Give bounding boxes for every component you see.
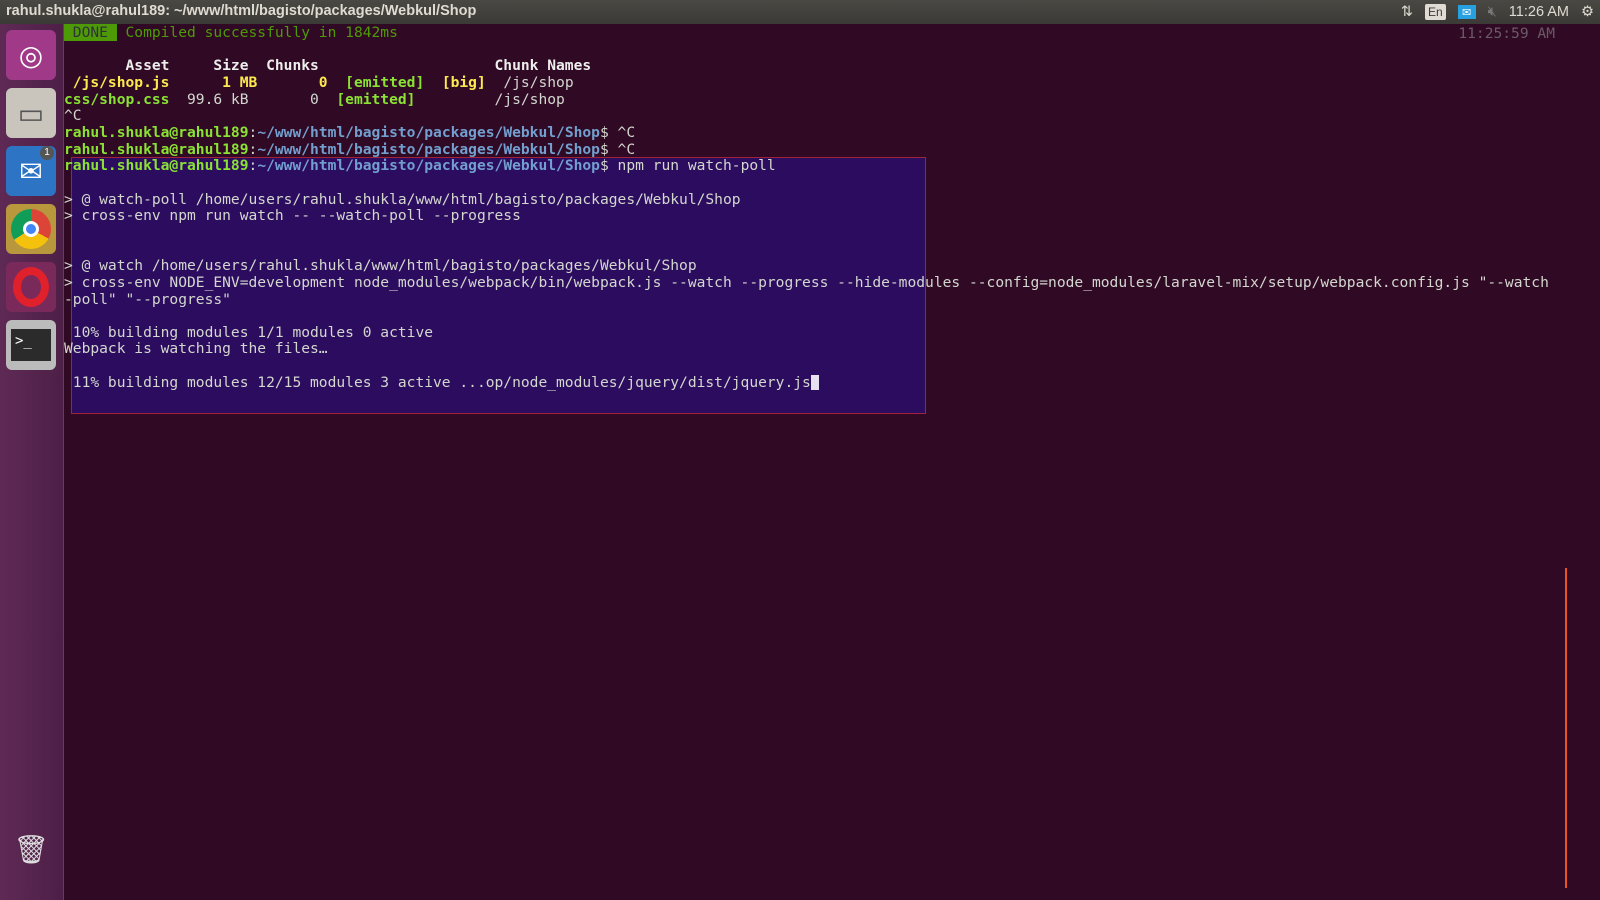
thunderbird-mail-icon[interactable]: ✉ 1 [6, 146, 56, 196]
terminal-text: ~/www/html/bagisto/packages/Webkul/Shop [257, 123, 600, 141]
terminal-line: rahul.shukla@rahul189:~/www/html/bagisto… [64, 140, 1564, 159]
terminal-text: Compiled successfully in 1842ms [116, 24, 398, 41]
terminal-text: rahul.shukla@rahul189 [64, 123, 249, 141]
terminal-text: css/shop.css [64, 90, 170, 108]
terminal-text: /js/shop.js 1 MB 0 [64, 73, 346, 91]
terminal-text: > cross-env NODE_ENV=development node_mo… [64, 273, 1549, 291]
terminal-text: 11% building modules 12/15 modules 3 act… [64, 373, 811, 391]
terminal-icon[interactable]: >_ [6, 320, 56, 370]
terminal-text: > @ watch /home/users/rahul.shukla/www/h… [64, 257, 697, 275]
terminal-line: rahul.shukla@rahul189:~/www/html/bagisto… [64, 157, 1564, 175]
terminal-text: Webpack is watching the files… [64, 340, 328, 358]
terminal-text: 10% building modules 1/1 modules 0 activ… [64, 323, 434, 341]
terminal-line: DONE Compiled successfully in 1842ms [64, 24, 1564, 42]
system-tray: ⇅ En ✉ 🔇︎ 11:26 AM ⚙ [1401, 0, 1594, 24]
terminal-text: : [248, 123, 258, 141]
terminal-text: : [248, 157, 258, 175]
volume-muted-icon[interactable]: 🔇︎ [1488, 4, 1497, 20]
opera-icon[interactable] [6, 262, 56, 312]
scrollbar[interactable] [1565, 568, 1567, 888]
terminal-text: rahul.shukla@rahul189 [64, 157, 249, 175]
terminal-text: [big] [441, 73, 486, 91]
chrome-icon[interactable] [6, 204, 56, 254]
terminal-text: /js/shop [485, 73, 574, 91]
ubuntu-dash-icon[interactable]: ◎ [6, 30, 56, 80]
terminal-line: Asset Size Chunks Chunk Names [64, 57, 1564, 75]
terminal-text: > @ watch-poll /home/users/rahul.shukla/… [64, 190, 741, 208]
terminal-text: [emitted] [345, 73, 425, 91]
power-gear-icon[interactable]: ⚙ [1581, 4, 1594, 20]
terminal-text: $ npm run watch-poll [599, 157, 776, 175]
launcher: ◎ ▭ ✉ 1 >_ 🗑︎ [0, 24, 64, 900]
terminal-line: > cross-env npm run watch -- --watch-pol… [64, 207, 1564, 225]
terminal-line: 10% building modules 1/1 modules 0 activ… [64, 323, 1564, 342]
unread-badge: 1 [40, 146, 54, 160]
terminal-text: 99.6 kB 0 [169, 90, 337, 108]
terminal-text: $ ^C [599, 140, 636, 158]
terminal-line: > @ watch /home/users/rahul.shukla/www/h… [64, 257, 1564, 275]
text-cursor [810, 375, 819, 391]
terminal-text: rahul.shukla@rahul189 [64, 140, 249, 158]
terminal-line: /js/shop.js 1 MB 0 [emitted] [big] /js/s… [64, 73, 1564, 92]
terminal-text: Asset Size Chunks Chunk Names [64, 57, 592, 75]
top-panel: rahul.shukla@rahul189: ~/www/html/bagist… [0, 0, 1600, 24]
terminal-text: ~/www/html/bagisto/packages/Webkul/Shop [257, 157, 600, 175]
terminal-text: ^C [64, 107, 82, 125]
clock[interactable]: 11:26 AM [1509, 4, 1569, 20]
terminal-line: css/shop.css 99.6 kB 0 [emitted] /js/sho… [64, 90, 1564, 109]
trash-icon[interactable]: 🗑︎ [6, 824, 56, 874]
network-updown-icon[interactable]: ⇅ [1401, 4, 1413, 20]
terminal-text: > cross-env npm run watch -- --watch-pol… [64, 207, 521, 225]
terminal-line: 11% building modules 12/15 modules 3 act… [64, 373, 1564, 392]
terminal-text: [emitted] [336, 90, 416, 108]
terminal-text: : [248, 140, 258, 158]
terminal-line: > cross-env NODE_ENV=development node_mo… [64, 273, 1564, 292]
terminal-text: -poll" "--progress" [64, 290, 231, 308]
terminal-line: -poll" "--progress" [64, 290, 1564, 309]
terminal-line: > @ watch-poll /home/users/rahul.shukla/… [64, 190, 1564, 209]
mail-envelope-icon[interactable]: ✉ [1457, 5, 1476, 19]
terminal-text: /js/shop [415, 90, 565, 108]
terminal-line: ^C [64, 107, 1564, 125]
terminal-text: DONE [64, 24, 117, 41]
terminal-text: ~/www/html/bagisto/packages/Webkul/Shop [257, 140, 600, 158]
keyboard-layout-indicator[interactable]: En [1424, 4, 1446, 20]
terminal-line: Webpack is watching the files… [64, 341, 1564, 358]
terminal-output[interactable]: DONE Compiled successfully in 1842ms Ass… [64, 24, 1564, 392]
terminal-text: $ ^C [599, 123, 636, 141]
terminal-line: rahul.shukla@rahul189:~/www/html/bagisto… [64, 123, 1564, 142]
files-cabinet-icon[interactable]: ▭ [6, 88, 56, 138]
window-title: rahul.shukla@rahul189: ~/www/html/bagist… [6, 3, 477, 19]
